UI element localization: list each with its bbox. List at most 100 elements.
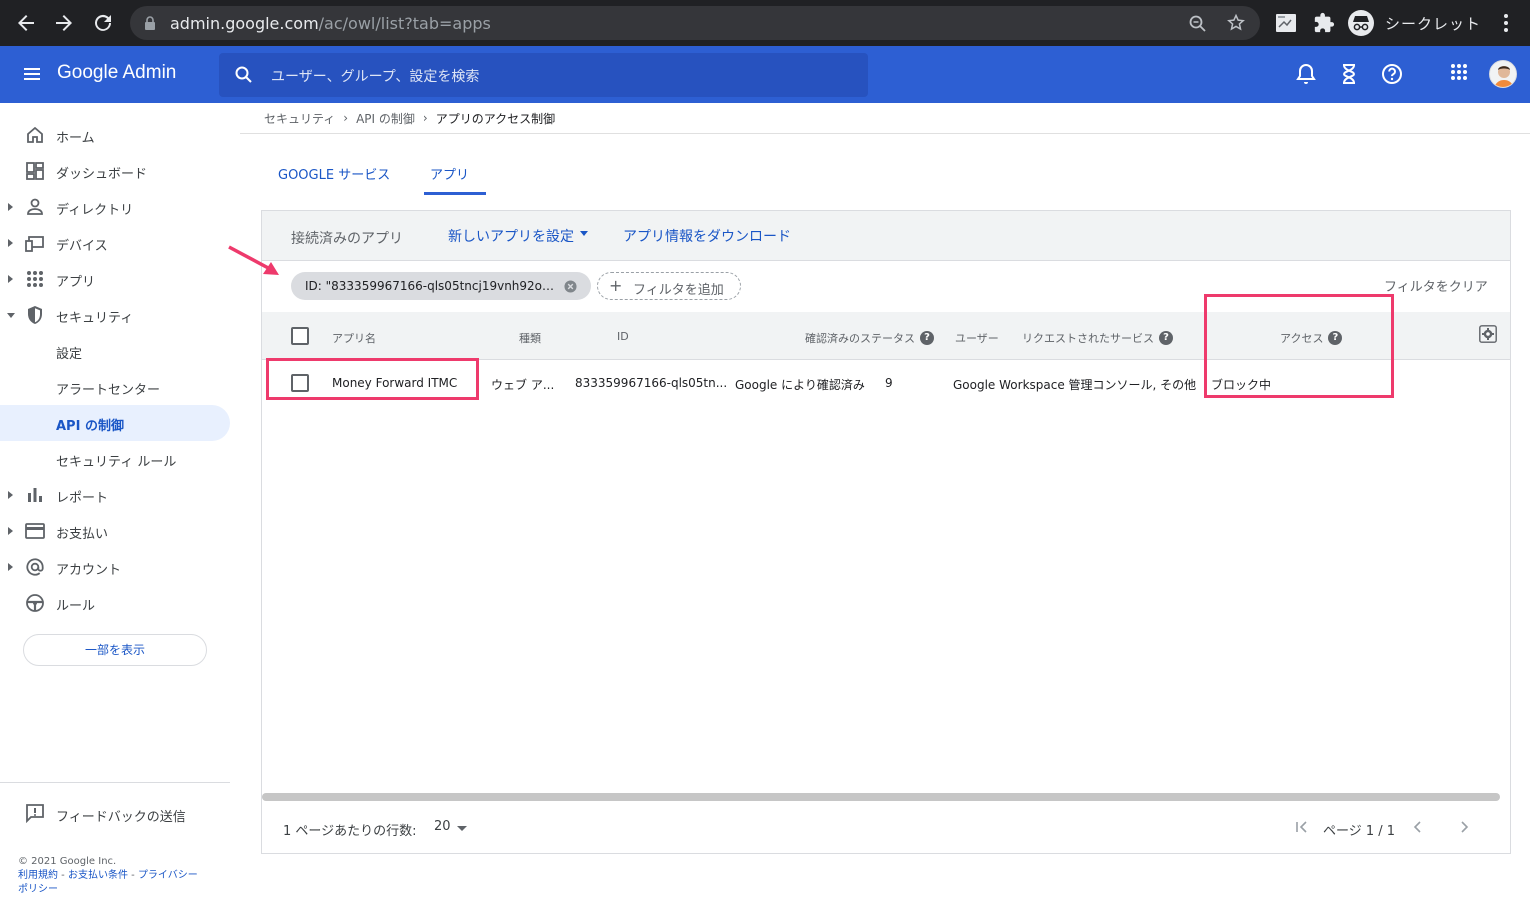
apps-grid-icon[interactable] bbox=[1450, 63, 1468, 81]
incognito-profile[interactable]: シークレット bbox=[1348, 9, 1481, 37]
app-title[interactable]: Google Admin bbox=[57, 62, 176, 84]
breadcrumb-current: アプリのアクセス制御 bbox=[435, 111, 556, 126]
expand-arrow-icon[interactable] bbox=[8, 239, 13, 247]
search-bar[interactable]: ユーザー、グループ、設定を検索 bbox=[219, 53, 868, 97]
help-icon[interactable]: ? bbox=[1159, 331, 1173, 345]
sidebar-item-dashboard[interactable]: ダッシュボード bbox=[0, 153, 230, 189]
sidebar-item-settings[interactable]: 設定 bbox=[0, 333, 230, 369]
tab-google-services[interactable]: GOOGLE サービス bbox=[278, 164, 390, 183]
show-less-button[interactable]: 一部を表示 bbox=[23, 634, 207, 666]
help-icon[interactable] bbox=[1381, 63, 1403, 85]
bookmark-star-icon[interactable] bbox=[1226, 13, 1246, 33]
expand-arrow-icon[interactable] bbox=[8, 491, 13, 499]
sidebar-item-rules[interactable]: ルール bbox=[0, 585, 230, 621]
expand-arrow-icon[interactable] bbox=[8, 563, 13, 571]
billing-terms-link[interactable]: お支払い条件 bbox=[68, 870, 128, 881]
col-verified-status-label: 確認済みのステータス bbox=[805, 332, 915, 345]
tab-apps[interactable]: アプリ bbox=[430, 164, 469, 183]
home-icon bbox=[25, 125, 45, 145]
notifications-bell-icon[interactable] bbox=[1296, 63, 1316, 85]
privacy-link-cont[interactable]: ポリシー bbox=[18, 884, 58, 895]
main-menu-icon[interactable] bbox=[22, 64, 42, 84]
collapse-arrow-icon[interactable] bbox=[7, 313, 15, 318]
hourglass-icon[interactable] bbox=[1340, 63, 1358, 85]
terms-link[interactable]: 利用規約 bbox=[18, 870, 58, 881]
footer-legal: © 2021 Google Inc. 利用規約 - お支払い条件 - プライバシ… bbox=[18, 855, 223, 897]
dropdown-caret-icon[interactable] bbox=[580, 231, 588, 236]
expand-arrow-icon[interactable] bbox=[8, 527, 13, 535]
more-vert-icon[interactable] bbox=[1497, 12, 1515, 34]
sidebar-item-reports[interactable]: レポート bbox=[0, 477, 230, 513]
rows-per-page-select[interactable]: 20 bbox=[434, 819, 451, 834]
filter-chip-label: ID: "833359967166-qls05tncj19vnh92ovkj7.… bbox=[305, 279, 555, 293]
profile-label: シークレット bbox=[1385, 14, 1482, 33]
credit-card-icon bbox=[25, 521, 45, 541]
col-app-name[interactable]: アプリ名 bbox=[332, 330, 376, 346]
expand-arrow-icon[interactable] bbox=[8, 275, 13, 283]
select-all-checkbox[interactable] bbox=[291, 327, 309, 345]
remove-filter-icon[interactable] bbox=[564, 280, 577, 293]
sidebar-item-billing[interactable]: お支払い bbox=[0, 513, 230, 549]
col-type[interactable]: 種類 bbox=[519, 330, 541, 346]
cell-verified-status: Google により確認済み bbox=[735, 378, 865, 392]
expand-arrow-icon[interactable] bbox=[8, 203, 13, 211]
privacy-link[interactable]: プライバシー bbox=[138, 870, 198, 881]
prev-page-icon[interactable] bbox=[1410, 819, 1426, 835]
copyright: © 2021 Google Inc. bbox=[18, 856, 117, 867]
col-verified-status[interactable]: 確認済みのステータス? bbox=[805, 330, 934, 346]
add-filter-button[interactable]: + フィルタを追加 bbox=[597, 272, 741, 300]
sidebar-item-label: セキュリティ ルール bbox=[56, 455, 177, 470]
forward-icon[interactable] bbox=[52, 11, 76, 35]
col-users[interactable]: ユーザー bbox=[955, 330, 999, 346]
at-sign-icon bbox=[25, 557, 45, 577]
sidebar-item-home[interactable]: ホーム bbox=[0, 117, 230, 153]
configure-new-app-button[interactable]: 新しいアプリを設定 bbox=[448, 226, 574, 246]
breadcrumb-security[interactable]: セキュリティ bbox=[264, 110, 335, 127]
sidebar-item-directory[interactable]: ディレクトリ bbox=[0, 189, 230, 225]
back-icon[interactable] bbox=[14, 11, 38, 35]
avatar[interactable] bbox=[1489, 60, 1517, 88]
sidebar-item-api-controls[interactable]: API の制御 bbox=[0, 405, 230, 441]
sidebar-item-label: レポート bbox=[56, 491, 109, 506]
cell-users: 9 bbox=[885, 376, 893, 390]
puzzle-icon[interactable] bbox=[1313, 12, 1335, 34]
feedback-icon bbox=[25, 803, 45, 823]
sidebar-item-label: お支払い bbox=[56, 527, 109, 542]
horizontal-scrollbar[interactable] bbox=[262, 793, 1500, 801]
sidebar-item-apps[interactable]: アプリ bbox=[0, 261, 230, 297]
col-id[interactable]: ID bbox=[617, 330, 629, 343]
feedback-link[interactable]: フィードバックの送信 bbox=[0, 799, 230, 827]
sidebar-item-label: API の制御 bbox=[56, 419, 124, 434]
reload-icon[interactable] bbox=[91, 11, 115, 35]
panel-toolbar: 接続済みのアプリ 新しいアプリを設定 アプリ情報をダウンロード bbox=[262, 211, 1510, 261]
search-icon bbox=[234, 65, 254, 85]
clear-filters-button[interactable]: フィルタをクリア bbox=[1384, 276, 1488, 295]
sidebar-item-security[interactable]: セキュリティ bbox=[0, 297, 230, 333]
sidebar-item-label: セキュリティ bbox=[56, 311, 134, 326]
url-host: admin.google.com bbox=[170, 14, 319, 33]
column-settings-gear-icon[interactable] bbox=[1479, 325, 1497, 343]
extension-icon[interactable] bbox=[1275, 12, 1297, 34]
breadcrumb-api-controls[interactable]: API の制御 bbox=[356, 110, 415, 127]
feedback-label: フィードバックの送信 bbox=[56, 810, 186, 825]
col-requested-services[interactable]: リクエストされたサービス? bbox=[1022, 330, 1173, 346]
sidebar-item-account[interactable]: アカウント bbox=[0, 549, 230, 585]
sidebar-item-alert-center[interactable]: アラートセンター bbox=[0, 369, 230, 405]
zoom-icon[interactable] bbox=[1188, 14, 1208, 34]
address-bar[interactable]: admin.google.com/ac/owl/list?tab=apps bbox=[130, 6, 1260, 40]
sidebar-item-security-rules[interactable]: セキュリティ ルール bbox=[0, 441, 230, 477]
page-indicator: ページ 1 / 1 bbox=[1323, 824, 1396, 839]
download-app-info-button[interactable]: アプリ情報をダウンロード bbox=[623, 226, 791, 246]
sidebar: ホーム ダッシュボード ディレクトリ デバイス アプリ セキュリティ 設定 アラ… bbox=[0, 103, 240, 909]
filter-chip[interactable]: ID: "833359967166-qls05tncj19vnh92ovkj7.… bbox=[291, 272, 591, 300]
active-tab-indicator bbox=[424, 192, 486, 195]
search-input[interactable]: ユーザー、グループ、設定を検索 bbox=[271, 66, 479, 86]
browser-toolbar: admin.google.com/ac/owl/list?tab=apps シー… bbox=[0, 0, 1530, 46]
sidebar-item-devices[interactable]: デバイス bbox=[0, 225, 230, 261]
devices-icon bbox=[25, 233, 45, 253]
dropdown-caret-icon[interactable] bbox=[457, 826, 467, 831]
help-icon[interactable]: ? bbox=[920, 331, 934, 345]
sidebar-item-label: ルール bbox=[56, 599, 96, 614]
next-page-icon[interactable] bbox=[1456, 819, 1472, 835]
first-page-icon[interactable] bbox=[1294, 819, 1310, 835]
